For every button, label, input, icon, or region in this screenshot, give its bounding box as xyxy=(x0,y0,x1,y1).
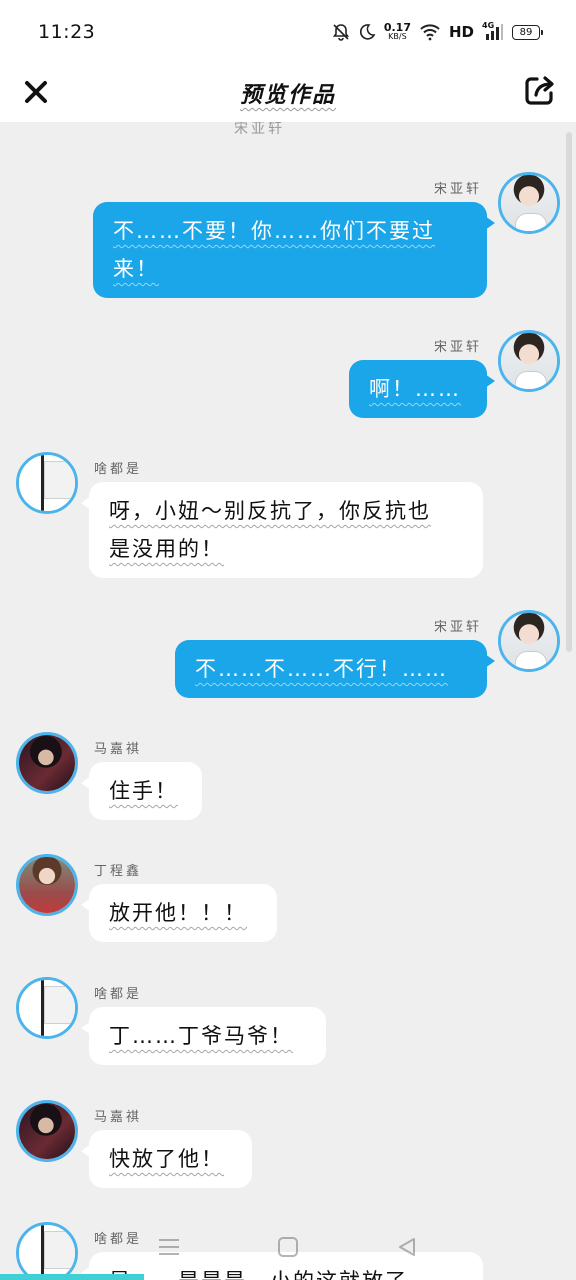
message-bubble[interactable]: 放开他！！！ xyxy=(81,884,277,942)
avatar[interactable] xyxy=(16,732,78,794)
sender-name: 啥都是 xyxy=(94,462,143,477)
system-nav-bar xyxy=(0,1222,576,1272)
message-bubble[interactable]: 丁……丁爷马爷！ xyxy=(81,1007,326,1065)
avatar[interactable] xyxy=(16,854,78,916)
net-speed: 0.17 KB/S xyxy=(383,21,411,41)
chat-area[interactable]: 宋亚轩 宋亚轩 不……不要！你……你们不要过 来！ 宋亚轩 啊！…… 啥都是 呀… xyxy=(0,122,576,1280)
status-bar: 11:23 0.17 KB/S HD 4G 89 xyxy=(0,0,576,64)
battery-level: 89 xyxy=(519,26,533,38)
sender-name: 宋亚轩 xyxy=(433,182,482,197)
dark-avatar-icon xyxy=(19,1103,75,1159)
hd-label: HD xyxy=(448,23,474,41)
home-button[interactable] xyxy=(268,1227,308,1267)
mute-bell-icon xyxy=(332,23,350,41)
message-line: 是没用的！ xyxy=(109,537,224,561)
flag-avatar-icon xyxy=(19,455,75,511)
battery-icon: 89 xyxy=(512,24,543,40)
sender-name: 丁程鑫 xyxy=(94,864,143,879)
bubble-tail xyxy=(485,654,495,668)
app-bar: 预览作品 xyxy=(0,64,576,122)
avatar[interactable] xyxy=(16,977,78,1039)
message-bubble[interactable]: 住手！ xyxy=(81,762,202,820)
wifi-icon xyxy=(419,23,441,41)
bubble-tail xyxy=(81,496,91,510)
page-title: 预览作品 xyxy=(239,83,336,108)
network-label: 4G xyxy=(482,21,495,30)
home-icon xyxy=(277,1237,298,1257)
sender-name: 啥都是 xyxy=(94,987,143,1002)
message-line: 放开他！！！ xyxy=(109,901,247,925)
message-bubble[interactable]: 不……不……不行！…… xyxy=(175,640,495,698)
sender-name: 宋亚轩 xyxy=(433,620,482,635)
net-speed-unit: KB/S xyxy=(388,32,407,41)
close-icon xyxy=(25,81,47,103)
flag-avatar-icon xyxy=(19,980,75,1036)
signal-icon: 4G xyxy=(482,21,504,41)
share-icon xyxy=(525,76,554,105)
dark-avatar-icon xyxy=(19,735,75,791)
back-button[interactable] xyxy=(387,1227,427,1267)
back-icon xyxy=(398,1238,415,1256)
message-line: 不……不要！你……你们不要过 xyxy=(113,219,435,243)
bottom-progress-line xyxy=(0,1274,144,1280)
message-bubble[interactable]: 快放了他！ xyxy=(81,1130,252,1188)
message-item: 马嘉祺 住手！ xyxy=(0,732,576,822)
net-speed-value: 0.17 xyxy=(383,21,411,34)
message-item: 宋亚轩 不……不要！你……你们不要过 来！ xyxy=(0,172,576,302)
moon-icon xyxy=(358,23,376,41)
boy-avatar-icon xyxy=(501,175,557,231)
boy-avatar-icon xyxy=(501,333,557,389)
avatar[interactable] xyxy=(498,172,560,234)
message-bubble[interactable]: 呀，小妞～别反抗了，你反抗也 是没用的！ xyxy=(81,482,483,578)
close-button[interactable] xyxy=(20,72,52,112)
share-button[interactable] xyxy=(522,70,558,110)
message-line: 不……不……不行！…… xyxy=(195,657,448,681)
status-icons: 0.17 KB/S HD 4G 89 xyxy=(332,21,543,41)
message-line: 来！ xyxy=(113,257,159,281)
bubble-tail xyxy=(485,216,495,230)
message-item: 啥都是 丁……丁爷马爷！ xyxy=(0,977,576,1067)
menu-icon xyxy=(159,1239,180,1255)
message-line: 呀，小妞～别反抗了，你反抗也 xyxy=(109,499,431,523)
sender-name: 马嘉祺 xyxy=(94,1110,143,1125)
boy-avatar-icon xyxy=(501,613,557,669)
message-line: 丁……丁爷马爷！ xyxy=(109,1024,293,1048)
bubble-tail xyxy=(81,898,91,912)
message-item: 马嘉祺 快放了他！ xyxy=(0,1100,576,1190)
message-line: 快放了他！ xyxy=(109,1147,224,1171)
bubble-tail xyxy=(81,1144,91,1158)
message-item: 丁程鑫 放开他！！！ xyxy=(0,854,576,944)
sender-name: 宋亚轩 xyxy=(433,340,482,355)
message-bubble[interactable]: 啊！…… xyxy=(349,360,495,418)
message-line: 啊！…… xyxy=(369,377,461,401)
avatar[interactable] xyxy=(498,330,560,392)
status-time: 11:23 xyxy=(38,21,96,43)
bubble-tail xyxy=(485,374,495,388)
bubble-tail xyxy=(81,1021,91,1035)
message-bubble[interactable]: 不……不要！你……你们不要过 来！ xyxy=(93,202,495,298)
partial-sender-name: 宋亚轩 xyxy=(234,122,285,137)
message-line: 住手！ xyxy=(109,779,178,803)
message-item: 宋亚轩 啊！…… xyxy=(0,330,576,420)
avatar[interactable] xyxy=(498,610,560,672)
red-avatar-icon xyxy=(19,857,75,913)
menu-button[interactable] xyxy=(149,1227,189,1267)
sender-name: 马嘉祺 xyxy=(94,742,143,757)
message-item: 啥都是 呀，小妞～别反抗了，你反抗也 是没用的！ xyxy=(0,452,576,582)
bubble-tail xyxy=(81,776,91,790)
message-item: 宋亚轩 不……不……不行！…… xyxy=(0,610,576,700)
avatar[interactable] xyxy=(16,452,78,514)
avatar[interactable] xyxy=(16,1100,78,1162)
